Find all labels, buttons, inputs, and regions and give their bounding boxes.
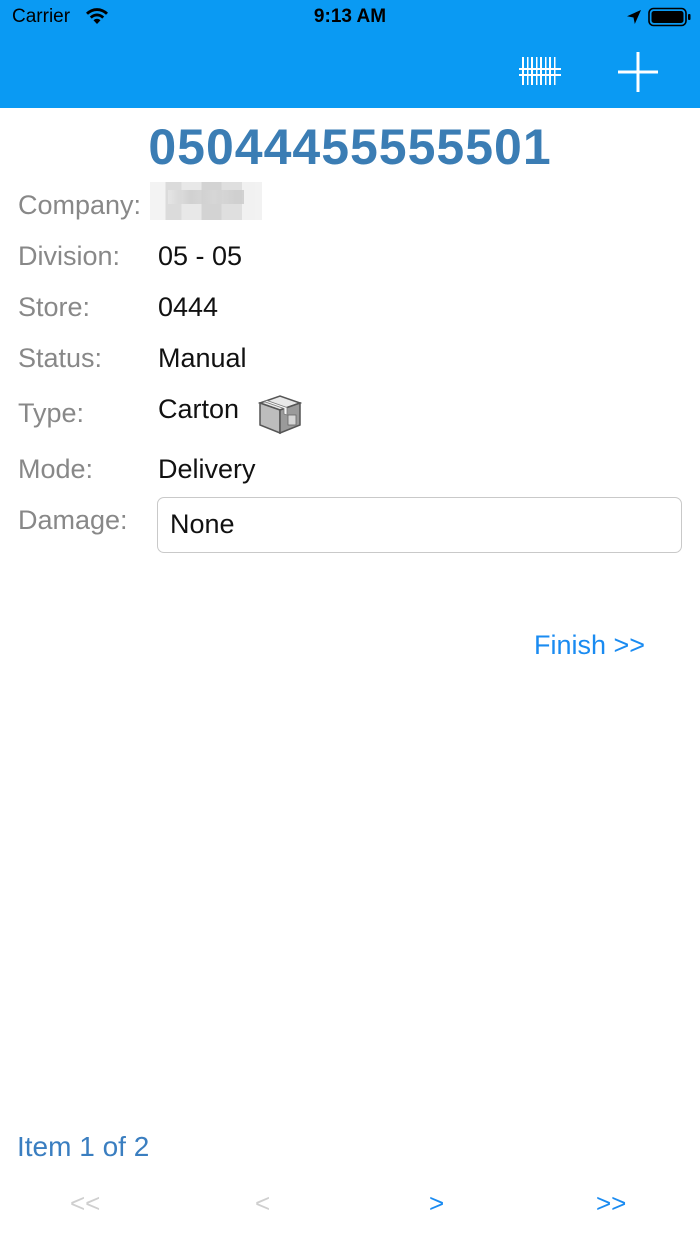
damage-field[interactable]: None xyxy=(157,497,682,553)
mode-value: Delivery xyxy=(158,454,256,484)
status-label: Status: xyxy=(18,343,103,373)
carton-box-icon xyxy=(258,395,302,435)
next-item-button[interactable]: > xyxy=(429,1188,444,1219)
first-item-button[interactable]: << xyxy=(70,1188,100,1219)
last-item-button[interactable]: >> xyxy=(596,1188,626,1219)
type-label: Type: xyxy=(18,398,85,428)
battery-icon xyxy=(648,7,691,27)
item-counter: Item 1 of 2 xyxy=(17,1131,150,1162)
location-arrow-icon xyxy=(627,10,641,24)
damage-label: Damage: xyxy=(18,505,128,535)
division-value: 05 - 05 xyxy=(158,241,243,271)
status-value: Manual xyxy=(158,343,247,373)
clock: 9:13 AM xyxy=(313,6,387,27)
tracking-number-title: 05044455555501 xyxy=(148,119,552,175)
navigation-bar: Carrier 9:13 AM xyxy=(0,0,700,108)
company-value-redacted xyxy=(150,182,262,220)
finish-button[interactable]: Finish >> xyxy=(534,630,645,661)
plus-icon[interactable] xyxy=(616,50,660,94)
type-value: Carton xyxy=(158,394,240,424)
store-value: 0444 xyxy=(158,292,219,322)
company-label: Company: xyxy=(18,190,142,220)
previous-item-button[interactable]: < xyxy=(255,1188,270,1219)
division-label: Division: xyxy=(18,241,121,271)
mode-label: Mode: xyxy=(18,454,94,484)
store-label: Store: xyxy=(18,292,91,322)
status-bar: Carrier 9:13 AM xyxy=(0,0,700,36)
barcode-icon[interactable] xyxy=(518,54,562,88)
